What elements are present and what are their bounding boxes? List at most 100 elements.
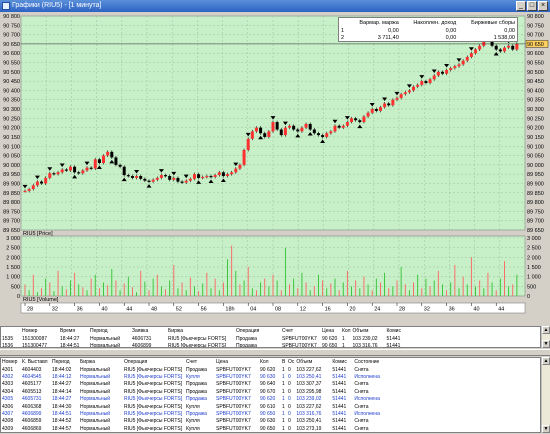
price-tick-left: 90 100 [3, 144, 20, 150]
table-row[interactable]: 4308 4606859 18:44:52 Нормальный RIU5 [Фьюче… [1, 418, 389, 425]
time-label: 28 [399, 307, 405, 313]
scroll-down-icon[interactable]: ▼ [542, 425, 550, 433]
price-pane-title: RIU5 [Price] [23, 231, 53, 237]
time-label: 36 [449, 307, 455, 313]
order-cell: 4605513 [22, 388, 42, 395]
maximize-button[interactable]: □ [527, 1, 537, 11]
orders-col-header: Цена [215, 358, 259, 366]
price-candle [383, 103, 387, 108]
table-row[interactable]: 4304 4605513 18:44:14 Нормальный RIU5 [Фьюче… [1, 388, 389, 395]
title-bar[interactable]: Графики (RIU5) - [1 минута] _ □ × [0, 0, 550, 12]
table-row[interactable]: 1535 151300087 18:44:27 Нормальный 4606731 RI… [1, 335, 410, 342]
trade-cell: 1 [342, 335, 345, 342]
table-row[interactable]: 4306 4606368 18:44:30 Нормальный RIU5 [Фьюче… [1, 403, 389, 410]
price-candle [205, 176, 209, 178]
orders-scrollbar[interactable]: ▲ ▼ [541, 357, 550, 433]
table-row[interactable]: 4301 4604403 18:44:02 Нормальный RIU5 [Фьюче… [1, 366, 389, 373]
panel-splitter[interactable] [0, 349, 550, 356]
order-cell: 90 630 [260, 374, 276, 381]
price-candle [192, 174, 196, 179]
price-candle [246, 138, 250, 150]
price-candle [407, 90, 411, 93]
table-row[interactable]: 4309 4606869 18:44:57 Нормальный RIU5 [Фьюче… [1, 425, 389, 432]
time-label: 08 [275, 307, 281, 313]
price-candle [114, 157, 118, 165]
price-candle [358, 120, 362, 123]
minimize-button[interactable]: _ [516, 1, 526, 11]
trade-cell: SPBFUT00YK7 [282, 343, 317, 348]
price-candle [362, 116, 366, 123]
price-tick-left: 90 250 [3, 116, 20, 122]
order-cell: 4605731 [22, 396, 42, 403]
trades-col-header: Номер [21, 327, 59, 335]
orders-col-header: К. Выставл [21, 358, 51, 366]
trades-scrollbar[interactable]: ▲ ▼ [541, 326, 550, 348]
order-cell: Нормальный [80, 388, 111, 395]
volume-tick-left: 2 000 [6, 255, 20, 261]
price-volume-chart[interactable]: 90 800 90 800 90 750 90 750 90 700 90 700 90 6… [0, 12, 550, 322]
order-cell: SPBFUT00YK7 [216, 403, 251, 410]
price-tick-left: 89 700 [3, 219, 20, 225]
order-cell: 18:44:57 [52, 425, 72, 432]
price-candle [374, 109, 378, 111]
orders-table[interactable]: Номер К. Выставл Период Биржа Операция Счет Це… [0, 357, 541, 433]
price-candle [73, 166, 77, 173]
scroll-up-icon[interactable]: ▲ [542, 357, 550, 365]
price-candle [279, 129, 283, 136]
price-candle [230, 172, 234, 175]
price-tick-left: 90 150 [3, 135, 20, 141]
price-candle [440, 71, 444, 74]
time-label: 56 [201, 307, 207, 313]
order-cell: 0 [288, 425, 291, 432]
time-label: 52 [176, 307, 182, 313]
order-cell: Продажа [186, 366, 207, 373]
price-tick-right: 90 050 [527, 154, 544, 160]
order-cell: 4302 [2, 374, 14, 381]
price-candle [23, 190, 27, 193]
trades-col-header: Время [59, 327, 89, 335]
price-candle [507, 45, 511, 48]
scroll-up-icon[interactable]: ▲ [542, 326, 550, 334]
price-candle [234, 168, 238, 173]
price-tick-left: 90 800 [3, 14, 20, 20]
price-candle [130, 176, 134, 178]
order-cell: Снята [354, 381, 369, 388]
price-tick-right: 90 100 [527, 144, 544, 150]
price-candle [378, 107, 382, 111]
order-cell: RIU5 [Фьючерсы FORTS] [124, 381, 183, 388]
order-cell: 0 [288, 374, 291, 381]
close-button[interactable]: × [538, 1, 548, 11]
price-candle [399, 94, 403, 98]
scroll-down-icon[interactable]: ▼ [542, 340, 550, 348]
order-cell: Снята [354, 418, 369, 425]
table-row[interactable]: 4302 4604545 18:44:12 Нормальный RIU5 [Фьюче… [1, 373, 389, 380]
trade-cell: SPBFUT00YK7 [282, 335, 317, 342]
volume-tick-right: 2 500 [527, 246, 541, 252]
price-candle [77, 172, 81, 174]
volume-tick-left: 2 500 [6, 246, 20, 252]
acct-fees: 0,00 [504, 27, 515, 34]
table-row[interactable]: 4307 4606899 18:44:51 Нормальный RIU5 [Фьюче… [1, 410, 389, 417]
trades-table[interactable]: Номер Время Период Заявка Биржа Операция Счет Ц… [0, 326, 541, 348]
order-cell: 103 250,41 [296, 418, 322, 425]
table-row[interactable]: 1536 151300477 18:44:51 Нормальный 4606899 RI… [1, 342, 410, 348]
table-row[interactable]: 4305 4605731 18:44:27 Нормальный RIU5 [Фьюче… [1, 396, 389, 403]
price-candle [221, 172, 225, 177]
price-tick-left: 90 700 [3, 33, 20, 39]
table-row[interactable]: 4303 4605177 18:44:27 Нормальный RIU5 [Фьюче… [1, 381, 389, 388]
price-candle [159, 175, 163, 178]
price-candle [217, 172, 221, 176]
order-cell: 4301 [2, 366, 14, 373]
order-cell: 103 227,62 [296, 403, 322, 410]
order-cell: SPBFUT00YK7 [216, 425, 251, 432]
price-candle [288, 125, 292, 128]
price-candle [494, 45, 498, 50]
order-cell: Нормальный [80, 396, 111, 403]
price-candle [403, 92, 407, 95]
price-candle [52, 173, 56, 175]
order-cell: 18:44:27 [52, 396, 72, 403]
order-cell: Купля [186, 403, 200, 410]
order-cell: Купля [186, 425, 200, 432]
time-label: 40 [473, 307, 479, 313]
order-cell: 4604545 [22, 374, 42, 381]
